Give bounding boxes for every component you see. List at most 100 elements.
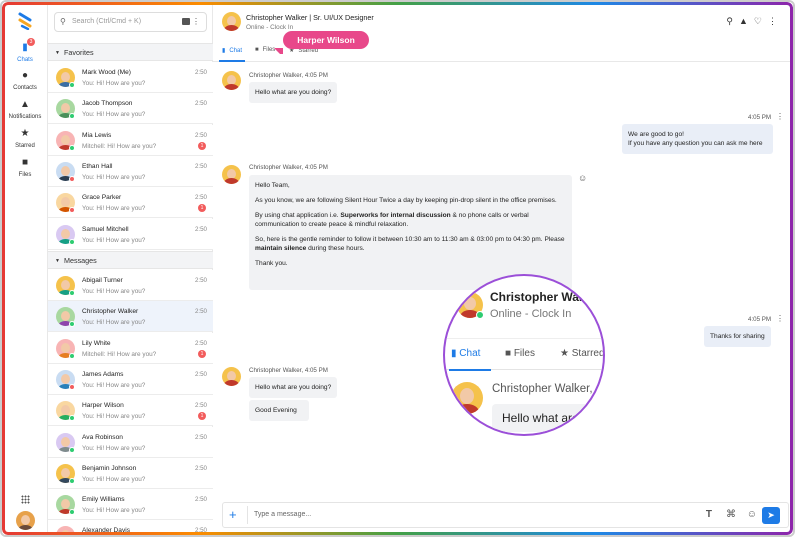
unread-badge: 1 [198, 412, 206, 421]
contact-status: Online - Clock In [490, 308, 572, 320]
presence-indicator [69, 290, 75, 296]
presence-indicator [69, 207, 75, 214]
last-message: You: Hi! How are you? [82, 288, 146, 295]
last-message: Mitchell: Hi! How are you? [82, 350, 157, 358]
search-icon[interactable]: ⚲ [726, 16, 739, 26]
current-user-avatar[interactable] [16, 511, 35, 530]
contact-name: James Adams [82, 370, 124, 378]
inbox-icon[interactable] [182, 18, 190, 25]
add-icon[interactable]: + [229, 507, 237, 523]
last-message: You: Hi! How are you? [82, 444, 146, 452]
contact-avatar[interactable] [222, 12, 241, 31]
tab-files[interactable]: ■ Files [255, 47, 275, 53]
avatar-face [61, 228, 70, 239]
contact-name: Lily White [82, 339, 111, 347]
message-time: 4:05 PM [748, 114, 772, 121]
message-time: 2:50 [194, 69, 207, 76]
attach-icon[interactable]: ⌘ [726, 509, 736, 520]
tab-label: Chat [459, 348, 481, 359]
tab-chat[interactable]: ▮ Chat [219, 47, 245, 62]
more-icon[interactable]: ⋮ [776, 314, 784, 323]
apps-grid-icon[interactable] [21, 495, 30, 504]
message-sender: Christopher Walker, 4:05 PM [249, 367, 328, 374]
rail-item-starred[interactable]: ★ Starred [2, 128, 48, 149]
message-bubble[interactable]: Hello what are you doing? [249, 82, 338, 103]
avatar-face [61, 373, 70, 384]
hover-tooltip: Harper Wilson [283, 31, 369, 49]
more-icon[interactable]: ⋮ [776, 112, 784, 121]
rail-label: Chats [17, 57, 33, 63]
message-sender: Christopher Walker, 4:05 PM [249, 72, 328, 79]
unread-badge: 1 [198, 204, 206, 213]
message-time: 2:50 [194, 496, 207, 504]
presence-indicator [69, 82, 75, 88]
search-input[interactable]: Search (Ctrl/Cmd + K) [72, 18, 141, 25]
rail-item-contacts[interactable]: ● Contacts [2, 70, 48, 91]
presence-indicator [69, 175, 75, 182]
list-item[interactable]: Benjamin Johnson You: Hi! How are you? 2:5… [48, 457, 213, 489]
tab-files[interactable]: ■ Files [505, 348, 535, 359]
message-bubble-outgoing[interactable]: We are good to go! If you have any quest… [622, 124, 773, 154]
message-time: 2:50 [194, 162, 207, 170]
message-bubble: Hello what are [492, 404, 603, 432]
avatar-face [61, 467, 70, 478]
message-avatar [222, 71, 241, 90]
message-paragraph: As you know, we are following Silent Hou… [255, 197, 557, 204]
section-title: Messages [64, 256, 97, 265]
list-item[interactable]: Jacob Thompson You: Hi! How are you? 2:50 [48, 93, 213, 125]
rail-item-files[interactable]: ■ Files [2, 157, 48, 178]
list-item[interactable]: Alexander Davis 2:50 [48, 520, 213, 535]
message-time: 2:50 [194, 131, 207, 139]
send-button[interactable]: ➤ [762, 507, 780, 524]
heart-icon[interactable]: ♡ [754, 16, 768, 26]
app-logo [18, 12, 32, 30]
message-bubble[interactable]: Hello Team, As you know, we are followin… [249, 175, 572, 290]
chat-icon: ▮ [22, 42, 28, 53]
rail-item-chats[interactable]: ▮ 3 Chats [2, 38, 48, 63]
collapse-icon: ▼ [55, 258, 60, 264]
folder-icon: ■ [255, 47, 259, 53]
last-message: You: Hi! How are you? [82, 205, 146, 213]
presence-indicator [69, 144, 75, 151]
list-item[interactable]: Christopher Walker You: Hi! How are you? 2… [48, 301, 213, 333]
message-avatar [451, 382, 483, 414]
message-time: 2:50 [194, 308, 207, 316]
list-item[interactable]: Mia Lewis Mitchell: Hi! How are you? 2:50 1 [48, 124, 213, 156]
bell-icon[interactable]: ▲ [739, 16, 754, 26]
favorites-section-header[interactable]: ▼ Favorites [48, 43, 213, 61]
search-bar[interactable]: ⚲ Search (Ctrl/Cmd + K) ⋮ [54, 12, 207, 32]
online-indicator [476, 311, 484, 319]
list-item[interactable]: Abigail Turner You: Hi! How are you? 2:50 [48, 270, 213, 301]
message-time: 2:50 [194, 433, 207, 441]
message-bubble[interactable]: Hello what are you doing? [249, 377, 338, 398]
section-title: Favorites [64, 48, 94, 57]
message-bubble[interactable]: Good Evening [249, 400, 309, 421]
list-item[interactable]: Ava Robinson You: Hi! How are you? 2:50 [48, 426, 213, 458]
rail-item-notifications[interactable]: ▲ Notifications [2, 99, 48, 120]
list-item[interactable]: Ethan Hall You: Hi! How are you? 2:50 [48, 155, 213, 187]
chat-panel: Christopher Walker | Sr. UI/UX Designer … [213, 2, 793, 535]
list-item[interactable]: Grace Parker You: Hi! How are you? 2:50 1 [48, 187, 213, 219]
message-bubble-outgoing[interactable]: Thanks for sharing [704, 326, 771, 347]
presence-indicator [69, 509, 75, 516]
text-run: during these hours. [306, 245, 365, 252]
list-item[interactable]: James Adams You: Hi! How are you? 2:50 [48, 363, 213, 395]
list-item[interactable]: Lily White Mitchell: Hi! How are you? 2:50… [48, 332, 213, 364]
message-input[interactable]: Type a message... [254, 503, 311, 527]
tab-starred[interactable]: ★ Starred [560, 348, 603, 359]
text-format-icon[interactable]: T [706, 509, 712, 520]
emoji-react-icon[interactable]: ☺ [578, 173, 587, 183]
list-item[interactable]: Harper Wilson You: Hi! How are you? 2:50 1 [48, 395, 213, 427]
message-time: 2:50 [194, 402, 207, 410]
list-item[interactable]: Emily Williams You: Hi! How are you? 2:50 [48, 489, 213, 521]
emoji-icon[interactable]: ☺ [747, 509, 757, 520]
avatar-face [61, 530, 70, 535]
list-item[interactable]: Mark Wood (Me) You: Hi! How are you? 2:50 [48, 62, 213, 93]
contact-name: Harper Wilson [82, 402, 124, 410]
more-icon[interactable]: ⋮ [768, 16, 783, 26]
list-item[interactable]: Samuel Mitchell You: Hi! How are you? 2:50 [48, 218, 213, 250]
text-run-bold: maintain silence [255, 245, 307, 252]
more-icon[interactable]: ⋮ [192, 13, 200, 31]
messages-section-header[interactable]: ▼ Messages [48, 251, 213, 269]
tab-chat[interactable]: ▮ Chat [448, 348, 492, 371]
